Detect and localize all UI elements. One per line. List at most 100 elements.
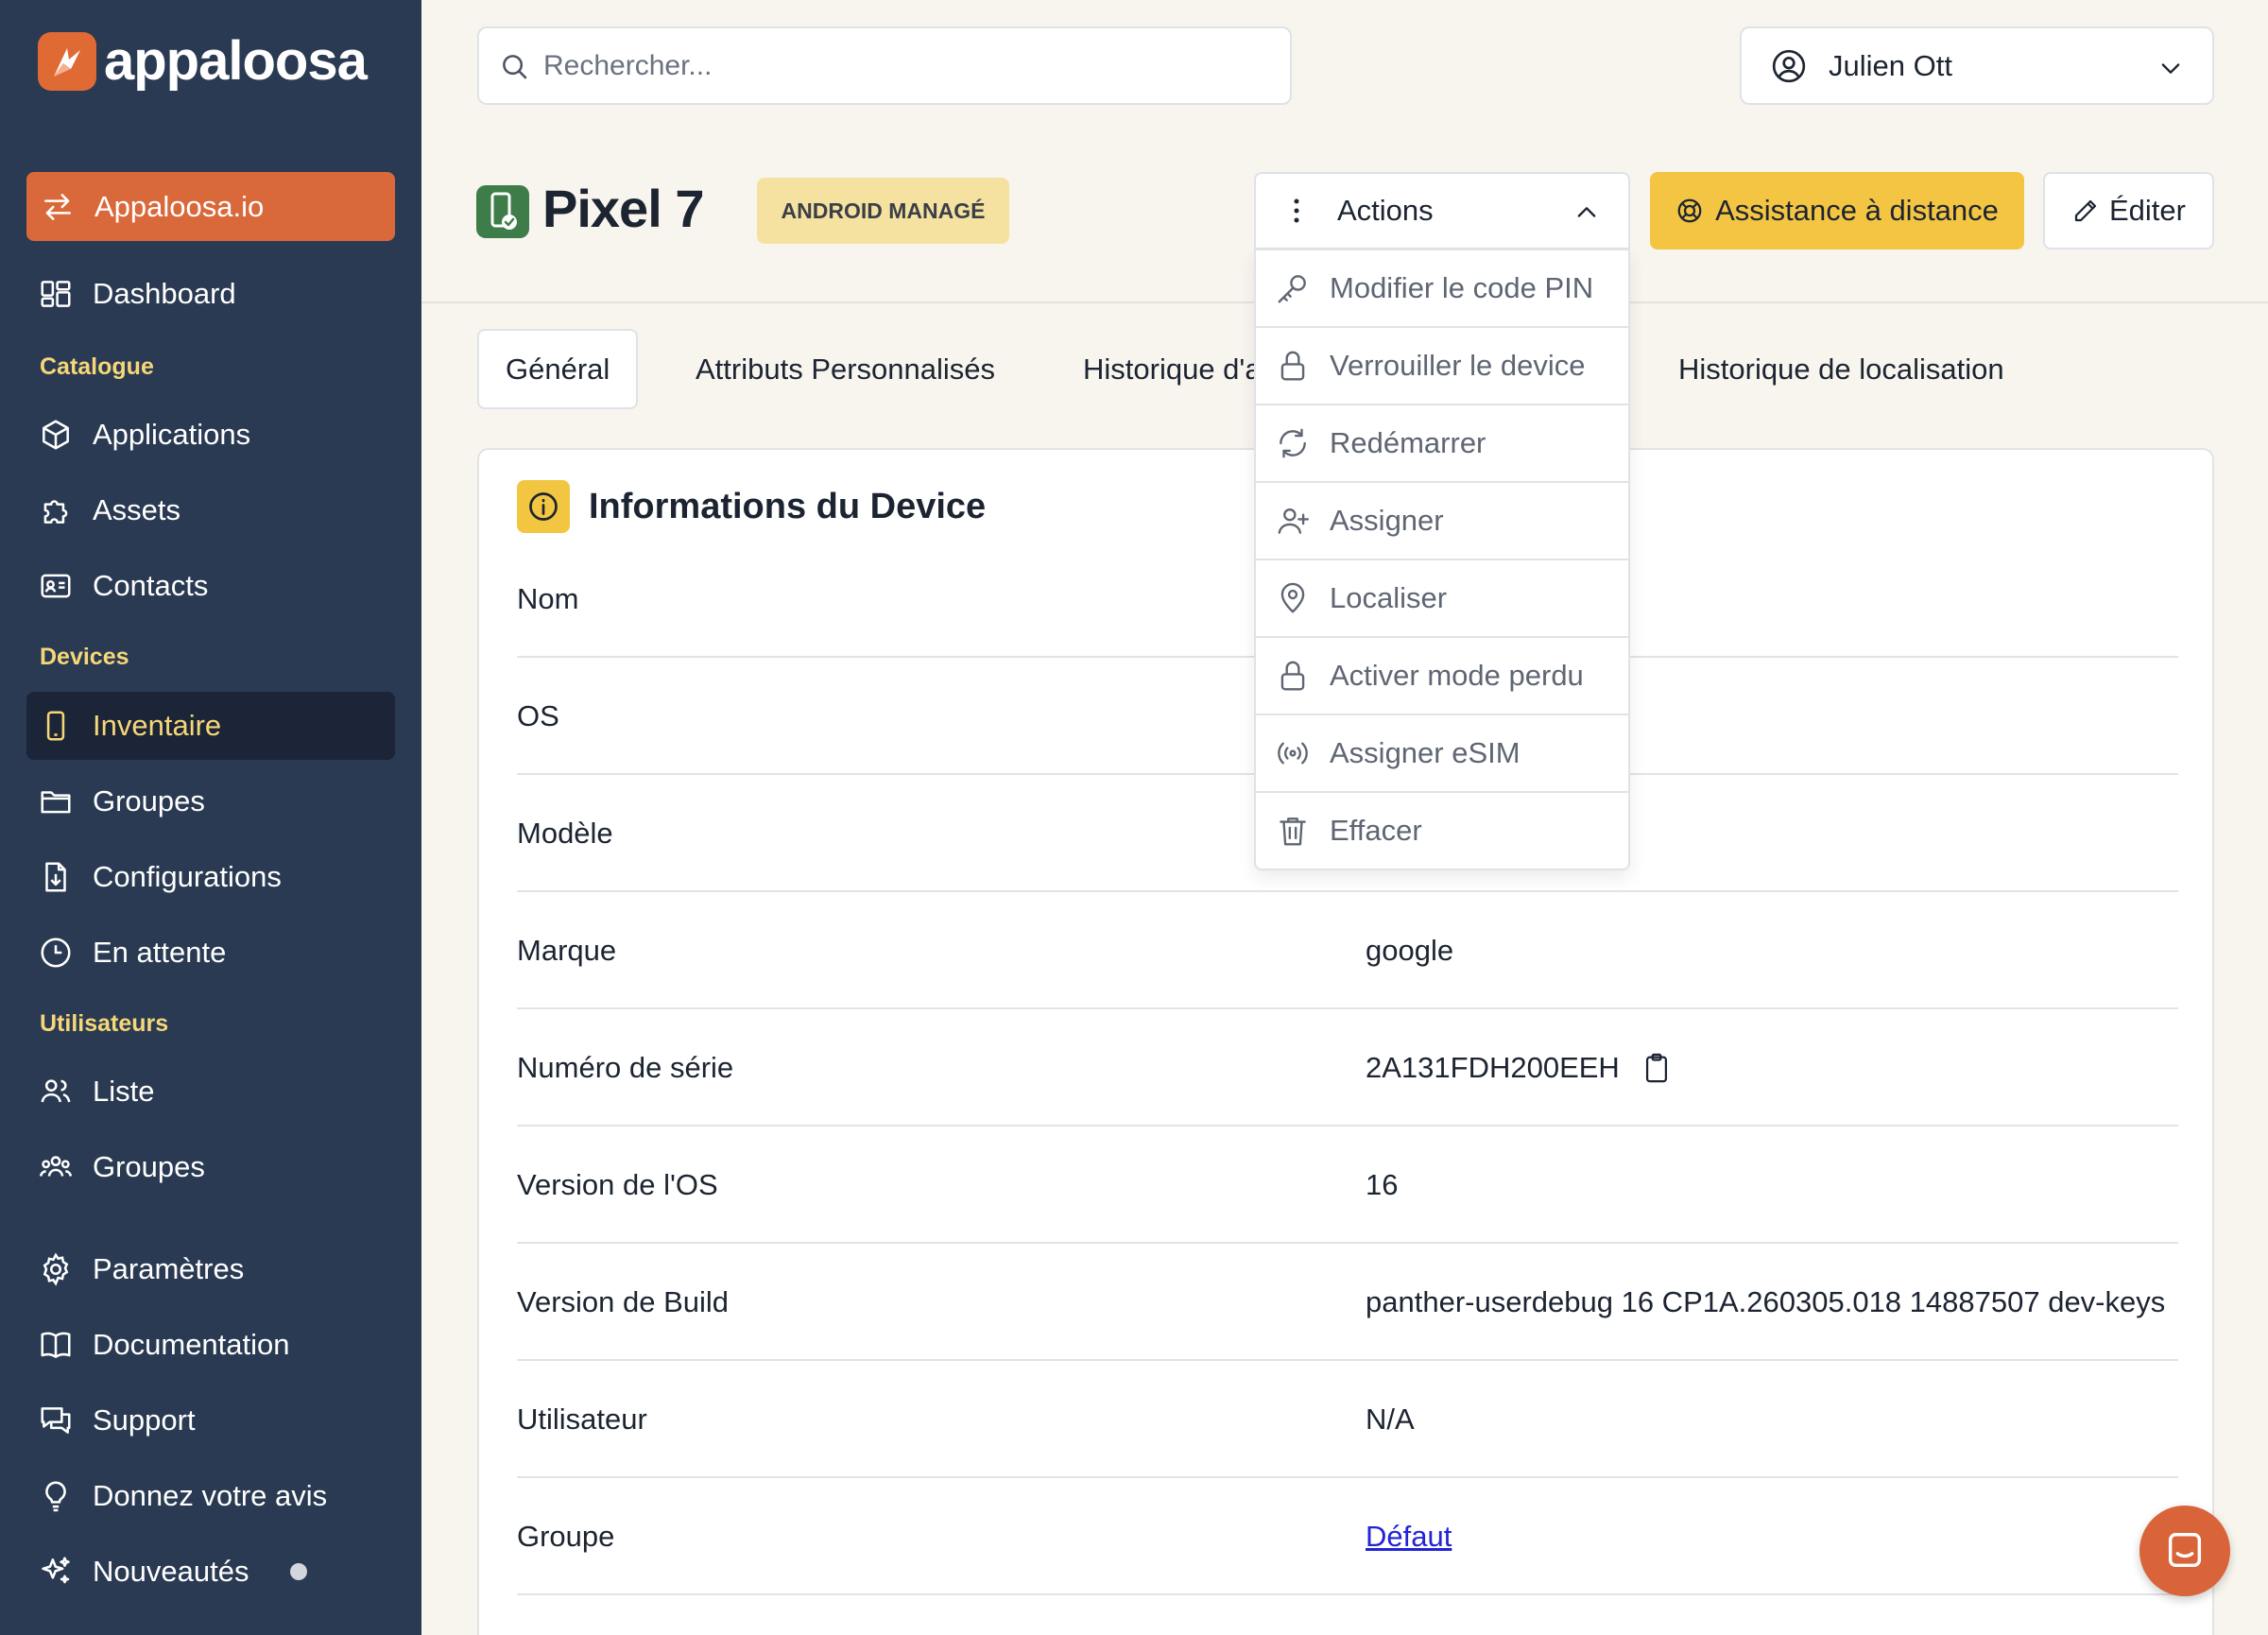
menu-item-label: Assigner bbox=[1330, 504, 1444, 537]
actions-button[interactable]: Actions bbox=[1254, 172, 1630, 250]
app-logo[interactable]: appaloosa bbox=[38, 30, 368, 92]
chat-icon bbox=[2168, 1533, 2202, 1568]
sidebar-item-label: Nouveautés bbox=[93, 1555, 249, 1588]
menu-item-verrouiller-device[interactable]: Verrouiller le device bbox=[1256, 326, 1628, 404]
menu-item-assigner-esim[interactable]: Assigner eSIM bbox=[1256, 714, 1628, 791]
row-value: N/A bbox=[1366, 1403, 1415, 1436]
chevron-down-icon bbox=[2161, 63, 2180, 74]
book-icon bbox=[41, 1332, 71, 1358]
sidebar-item-label: Support bbox=[93, 1403, 196, 1437]
sidebar-item-label: Donnez votre avis bbox=[93, 1479, 328, 1512]
map-pin-icon bbox=[1280, 582, 1305, 613]
row-label: Modèle bbox=[517, 817, 613, 850]
tab-historique-actions[interactable]: Historique d'a bbox=[1083, 329, 1262, 409]
clipboard-icon[interactable] bbox=[1642, 1052, 1671, 1084]
sidebar-item-donnez-votre-avis[interactable]: Donnez votre avis bbox=[26, 1462, 395, 1530]
tab-label: Attributs Personnalisés bbox=[696, 352, 996, 386]
sidebar-item-documentation[interactable]: Documentation bbox=[26, 1311, 395, 1379]
sidebar-item-contacts[interactable]: Contacts bbox=[26, 552, 395, 620]
sidebar-item-nouveautes[interactable]: Nouveautés bbox=[26, 1538, 395, 1606]
menu-item-redemarrer[interactable]: Redémarrer bbox=[1256, 404, 1628, 481]
menu-item-modifier-code-pin[interactable]: Modifier le code PIN bbox=[1256, 249, 1628, 326]
edit-button[interactable]: Éditer bbox=[2043, 172, 2214, 250]
row-value-serial: 2A131FDH200EEH bbox=[1366, 1051, 1671, 1085]
chat-bubbles-icon bbox=[41, 1407, 71, 1434]
puzzle-icon bbox=[43, 500, 68, 524]
management-badge: ANDROID MANAGÉ bbox=[757, 178, 1009, 244]
row-label: Groupe bbox=[517, 1520, 615, 1553]
sidebar-item-label: Inventaire bbox=[93, 709, 222, 742]
broadcast-icon bbox=[1278, 742, 1308, 765]
menu-item-label: Localiser bbox=[1330, 581, 1448, 614]
sidebar-item-liste[interactable]: Liste bbox=[26, 1058, 395, 1126]
sidebar-item-label: Documentation bbox=[93, 1328, 290, 1361]
row-label: Numéro de série bbox=[517, 1051, 734, 1084]
edit-label: Éditer bbox=[2109, 194, 2186, 227]
chat-launcher-button[interactable] bbox=[2139, 1506, 2230, 1596]
card-title: Informations du Device bbox=[589, 486, 987, 526]
sidebar-item-en-attente[interactable]: En attente bbox=[26, 919, 395, 987]
lock-icon bbox=[1280, 351, 1305, 381]
row-label: Utilisateur bbox=[517, 1403, 647, 1436]
tab-attributs-personnalises[interactable]: Attributs Personnalisés bbox=[696, 329, 995, 409]
info-row-utilisateur: Utilisateur N/A bbox=[517, 1361, 2178, 1478]
tab-label: Général bbox=[506, 352, 610, 386]
menu-item-label: Assigner eSIM bbox=[1330, 736, 1521, 769]
sidebar-item-dashboard[interactable]: Dashboard bbox=[26, 260, 395, 328]
gear-icon bbox=[43, 1252, 69, 1286]
sidebar-item-inventaire[interactable]: Inventaire bbox=[26, 692, 395, 760]
row-label: Version de Build bbox=[517, 1285, 730, 1318]
sidebar-item-label: En attente bbox=[93, 936, 227, 969]
users-icon bbox=[41, 1079, 71, 1103]
sidebar-item-label: Assets bbox=[93, 493, 181, 526]
menu-item-assigner[interactable]: Assigner bbox=[1256, 481, 1628, 559]
sidebar-section-devices: Devices bbox=[40, 644, 129, 670]
group-link[interactable]: Défaut bbox=[1366, 1520, 1452, 1554]
row-value: 16 bbox=[1366, 1168, 1399, 1201]
sidebar-item-support[interactable]: Support bbox=[26, 1386, 395, 1454]
row-value: google bbox=[1366, 934, 1454, 967]
user-circle-icon bbox=[1772, 49, 1806, 82]
org-switch-label: Appaloosa.io bbox=[94, 189, 265, 223]
info-row-version-build: Version de Build panther-userdebug 16 CP… bbox=[517, 1244, 2178, 1361]
refresh-icon bbox=[1280, 428, 1306, 458]
tab-historique-localisation[interactable]: Historique de localisation bbox=[1678, 329, 2004, 409]
search-input[interactable] bbox=[543, 49, 1262, 82]
sidebar-item-label: Liste bbox=[93, 1075, 155, 1108]
sidebar-item-label: Configurations bbox=[93, 860, 282, 893]
cube-icon bbox=[43, 420, 69, 450]
sidebar-item-groupes-devices[interactable]: Groupes bbox=[26, 767, 395, 835]
sidebar-item-groupes-utilisateurs[interactable]: Groupes bbox=[26, 1133, 395, 1201]
tab-general[interactable]: Général bbox=[477, 329, 639, 409]
sidebar-item-applications[interactable]: Applications bbox=[26, 401, 395, 469]
info-row-version-os: Version de l'OS 16 bbox=[517, 1127, 2178, 1244]
user-plus-icon bbox=[1278, 508, 1310, 534]
logo-text: appaloosa bbox=[104, 30, 368, 92]
menu-item-activer-mode-perdu[interactable]: Activer mode perdu bbox=[1256, 636, 1628, 714]
trash-icon bbox=[1280, 818, 1306, 846]
sidebar-item-label: Applications bbox=[93, 418, 251, 451]
sidebar-item-label: Dashboard bbox=[93, 277, 236, 310]
org-switch-button[interactable]: Appaloosa.io bbox=[26, 172, 395, 241]
kebab-icon bbox=[1294, 198, 1299, 223]
menu-item-label: Activer mode perdu bbox=[1330, 659, 1584, 692]
search-icon bbox=[503, 54, 527, 78]
search-bar[interactable] bbox=[477, 26, 1292, 105]
folder-icon bbox=[41, 791, 71, 814]
user-menu[interactable]: Julien Ott bbox=[1740, 26, 2214, 105]
row-label: Version de l'OS bbox=[517, 1168, 718, 1201]
remote-assistance-button[interactable]: Assistance à distance bbox=[1650, 172, 2024, 250]
phone-icon bbox=[46, 711, 65, 741]
menu-item-localiser[interactable]: Localiser bbox=[1256, 559, 1628, 636]
menu-item-effacer[interactable]: Effacer bbox=[1256, 791, 1628, 869]
tab-label: Historique d'a bbox=[1083, 352, 1262, 386]
row-label: Marque bbox=[517, 934, 617, 967]
user-group-icon bbox=[39, 1156, 73, 1177]
pencil-icon bbox=[2074, 199, 2097, 222]
chevron-up-icon bbox=[1577, 207, 1596, 217]
actions-dropdown-menu: Modifier le code PIN Verrouiller le devi… bbox=[1254, 249, 1630, 870]
sidebar-item-parametres[interactable]: Paramètres bbox=[26, 1235, 395, 1303]
notification-dot bbox=[290, 1563, 308, 1580]
sidebar-item-configurations[interactable]: Configurations bbox=[26, 843, 395, 911]
sidebar-item-assets[interactable]: Assets bbox=[26, 476, 395, 544]
